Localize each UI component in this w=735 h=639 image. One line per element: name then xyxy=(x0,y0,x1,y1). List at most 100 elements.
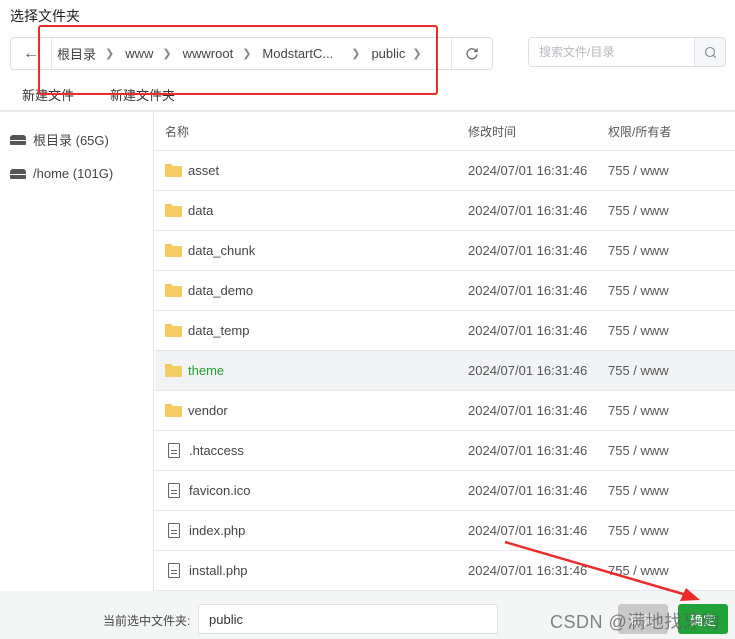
column-header-perm[interactable]: 权限/所有者 xyxy=(608,123,735,140)
breadcrumb-label: www xyxy=(125,46,154,61)
breadcrumb-label: ModstartC... xyxy=(262,46,334,61)
permission-owner: 755 / www xyxy=(608,363,669,378)
table-row[interactable]: index.php 2024/07/01 16:31:46 755 / www xyxy=(155,511,735,551)
table-row[interactable]: install.php 2024/07/01 16:31:46 755 / www xyxy=(155,551,735,591)
permission-owner: 755 / www xyxy=(608,443,669,458)
table-row[interactable]: data_chunk 2024/07/01 16:31:46 755 / www xyxy=(155,231,735,271)
search-button[interactable] xyxy=(694,38,725,66)
file-name: favicon.ico xyxy=(189,483,251,498)
breadcrumb-item[interactable]: ModstartC... ❯ xyxy=(262,46,371,61)
name-cell: theme xyxy=(155,363,468,378)
chevron-right-icon: ❯ xyxy=(162,48,172,60)
modified-time: 2024/07/01 16:31:46 xyxy=(468,163,588,178)
arrow-left-icon: ← xyxy=(23,44,39,62)
modified-time: 2024/07/01 16:31:46 xyxy=(468,203,588,218)
sidebar-item-home-disk[interactable]: /home (101G) xyxy=(0,156,153,190)
chevron-right-icon: ❯ xyxy=(351,48,361,60)
modified-time: 2024/07/01 16:31:46 xyxy=(468,363,588,378)
name-cell: data_chunk xyxy=(155,243,468,258)
table-row[interactable]: favicon.ico 2024/07/01 16:31:46 755 / www xyxy=(155,471,735,511)
toolbar: 新建文件 新建文件夹 xyxy=(22,85,175,104)
modified-time: 2024/07/01 16:31:46 xyxy=(468,323,588,338)
table-row[interactable]: theme 2024/07/01 16:31:46 755 / www xyxy=(155,351,735,391)
file-icon xyxy=(168,483,180,498)
confirm-button[interactable]: 确定 xyxy=(678,604,728,634)
breadcrumb-label: wwwroot xyxy=(182,46,234,61)
dialog-title: 选择文件夹 xyxy=(10,8,80,24)
breadcrumb-item[interactable]: public ❯ xyxy=(371,46,432,61)
name-cell: data_temp xyxy=(155,323,468,338)
refresh-button[interactable] xyxy=(451,38,492,69)
permission-owner: 755 / www xyxy=(608,523,669,538)
cancel-button[interactable]: 取消 xyxy=(618,604,668,634)
name-cell: .htaccess xyxy=(155,443,468,458)
file-icon xyxy=(168,523,180,538)
file-name: data_temp xyxy=(188,323,250,338)
disk-label: /home (101G) xyxy=(33,165,114,181)
new-folder-button[interactable]: 新建文件夹 xyxy=(110,85,175,104)
permission-owner: 755 / www xyxy=(608,323,669,338)
folder-icon xyxy=(165,204,182,217)
permission-owner: 755 / www xyxy=(608,403,669,418)
table-row[interactable]: asset 2024/07/01 16:31:46 755 / www xyxy=(155,151,735,191)
file-icon xyxy=(168,443,180,458)
permission-owner: 755 / www xyxy=(608,203,669,218)
name-cell: data xyxy=(155,203,468,218)
permission-owner: 755 / www xyxy=(608,563,669,578)
file-table: 名称 修改时间 权限/所有者 asset 2024/07/01 16:31:46 7… xyxy=(155,112,735,591)
file-name: data_demo xyxy=(188,283,254,298)
search-icon xyxy=(704,46,716,58)
file-name: vendor xyxy=(188,403,228,418)
table-row[interactable]: vendor 2024/07/01 16:31:46 755 / www xyxy=(155,391,735,431)
back-button[interactable]: ← xyxy=(11,38,52,69)
modified-time: 2024/07/01 16:31:46 xyxy=(468,403,588,418)
refresh-icon xyxy=(466,47,478,59)
folder-icon xyxy=(165,284,182,297)
disk-icon xyxy=(10,134,26,145)
folder-icon xyxy=(165,324,182,337)
name-cell: favicon.ico xyxy=(155,483,468,498)
name-cell: vendor xyxy=(155,403,468,418)
table-row[interactable]: data_temp 2024/07/01 16:31:46 755 / www xyxy=(155,311,735,351)
name-cell: asset xyxy=(155,163,468,178)
disk-sidebar: 根目录 (65G) /home (101G) xyxy=(0,112,154,591)
chevron-right-icon: ❯ xyxy=(105,48,115,60)
breadcrumb-item[interactable]: www ❯ xyxy=(125,46,182,61)
modified-time: 2024/07/01 16:31:46 xyxy=(468,283,588,298)
permission-owner: 755 / www xyxy=(608,243,669,258)
selected-folder-label: 当前选中文件夹: xyxy=(103,614,191,628)
permission-owner: 755 / www xyxy=(608,283,669,298)
table-row[interactable]: .htaccess 2024/07/01 16:31:46 755 / www xyxy=(155,431,735,471)
new-file-button[interactable]: 新建文件 xyxy=(22,85,74,104)
file-name: asset xyxy=(188,163,220,178)
table-row[interactable]: data 2024/07/01 16:31:46 755 / www xyxy=(155,191,735,231)
column-header-name[interactable]: 名称 xyxy=(155,123,468,140)
permission-owner: 755 / www xyxy=(608,483,669,498)
folder-icon xyxy=(165,404,182,417)
file-name: data xyxy=(188,203,214,218)
file-name: theme xyxy=(188,363,225,378)
search-input[interactable] xyxy=(529,38,694,66)
breadcrumb: 根目录 ❯ www ❯ wwwroot ❯ ModstartC... ❯ public ❯ xyxy=(52,38,451,69)
sidebar-item-root-disk[interactable]: 根目录 (65G) xyxy=(0,122,153,156)
breadcrumb-item[interactable]: 根目录 ❯ xyxy=(57,44,125,63)
modified-time: 2024/07/01 16:31:46 xyxy=(468,243,588,258)
dialog-footer: 当前选中文件夹: 取消 确定 CSDN @满地找牙哟 xyxy=(0,591,735,639)
chevron-right-icon: ❯ xyxy=(242,48,252,60)
path-bar: ← 根目录 ❯ www ❯ wwwroot ❯ ModstartC... ❯ publi… xyxy=(10,37,493,70)
name-cell: data_demo xyxy=(155,283,468,298)
breadcrumb-label: 根目录 xyxy=(57,47,97,62)
selected-folder-input[interactable] xyxy=(198,604,498,634)
modified-time: 2024/07/01 16:31:46 xyxy=(468,443,588,458)
modified-time: 2024/07/01 16:31:46 xyxy=(468,483,588,498)
disk-icon xyxy=(10,168,26,179)
column-header-time[interactable]: 修改时间 xyxy=(468,123,608,140)
breadcrumb-item[interactable]: wwwroot ❯ xyxy=(183,46,263,61)
table-header: 名称 修改时间 权限/所有者 xyxy=(155,112,735,151)
search-box xyxy=(528,37,726,67)
modified-time: 2024/07/01 16:31:46 xyxy=(468,523,588,538)
table-row[interactable]: data_demo 2024/07/01 16:31:46 755 / www xyxy=(155,271,735,311)
folder-icon xyxy=(165,164,182,177)
folder-icon xyxy=(165,364,182,377)
permission-owner: 755 / www xyxy=(608,163,669,178)
